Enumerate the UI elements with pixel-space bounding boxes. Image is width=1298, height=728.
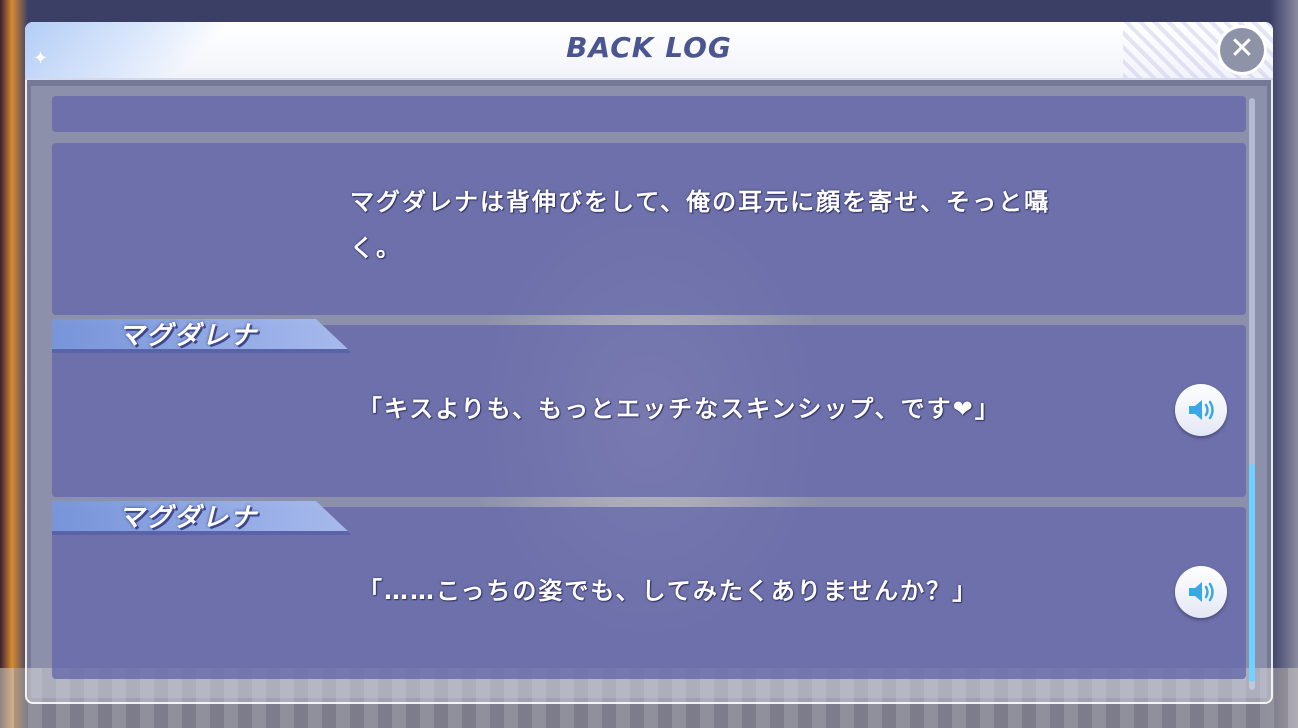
log-entry: マグダレナは背伸びをして、俺の耳元に顔を寄せ、そっと囁 く。 bbox=[52, 143, 1246, 315]
header-divider bbox=[25, 78, 1273, 80]
speaker-icon bbox=[1189, 400, 1214, 420]
voice-replay-button[interactable] bbox=[1175, 566, 1227, 618]
speaker-icon bbox=[1189, 582, 1214, 602]
backlog-window: ✦ BACK LOG ✕ マグダレナは背伸びをして、俺の耳元に顔を寄せ、そっと囁… bbox=[25, 22, 1273, 704]
log-entry: マグダレナ 「……こっちの姿でも、してみたくありませんか？」 bbox=[52, 501, 1246, 679]
page-title: BACK LOG bbox=[566, 31, 732, 64]
log-entry-text: マグダレナは背伸びをして、俺の耳元に顔を寄せ、そっと囁 く。 bbox=[350, 179, 1050, 271]
backlog-header: ✦ BACK LOG ✕ bbox=[25, 22, 1273, 78]
log-entry-line: く。 bbox=[350, 234, 402, 262]
log-entry bbox=[52, 96, 1246, 132]
log-entry: マグダレナ 「キスよりも、もっとエッチなスキンシップ、です❤」 bbox=[52, 319, 1246, 497]
log-entry-text: 「……こっちの姿でも、してみたくありませんか？」 bbox=[358, 577, 979, 605]
speaker-name: マグダレナ bbox=[118, 321, 259, 351]
scrollbar-thumb[interactable] bbox=[1249, 464, 1255, 682]
log-entry-text: 「キスよりも、もっとエッチなスキンシップ、です❤」 bbox=[358, 395, 1001, 423]
log-list[interactable]: マグダレナは背伸びをして、俺の耳元に顔を寄せ、そっと囁 く。 マグダレナ 「キス… bbox=[31, 86, 1267, 698]
close-icon: ✕ bbox=[1229, 31, 1255, 66]
close-button[interactable]: ✕ bbox=[1220, 28, 1264, 72]
log-entry-line: マグダレナは背伸びをして、俺の耳元に顔を寄せ、そっと囁 bbox=[350, 188, 1051, 216]
scrollbar[interactable] bbox=[1249, 98, 1255, 690]
speaker-name: マグダレナ bbox=[118, 503, 259, 533]
voice-replay-button[interactable] bbox=[1175, 384, 1227, 436]
